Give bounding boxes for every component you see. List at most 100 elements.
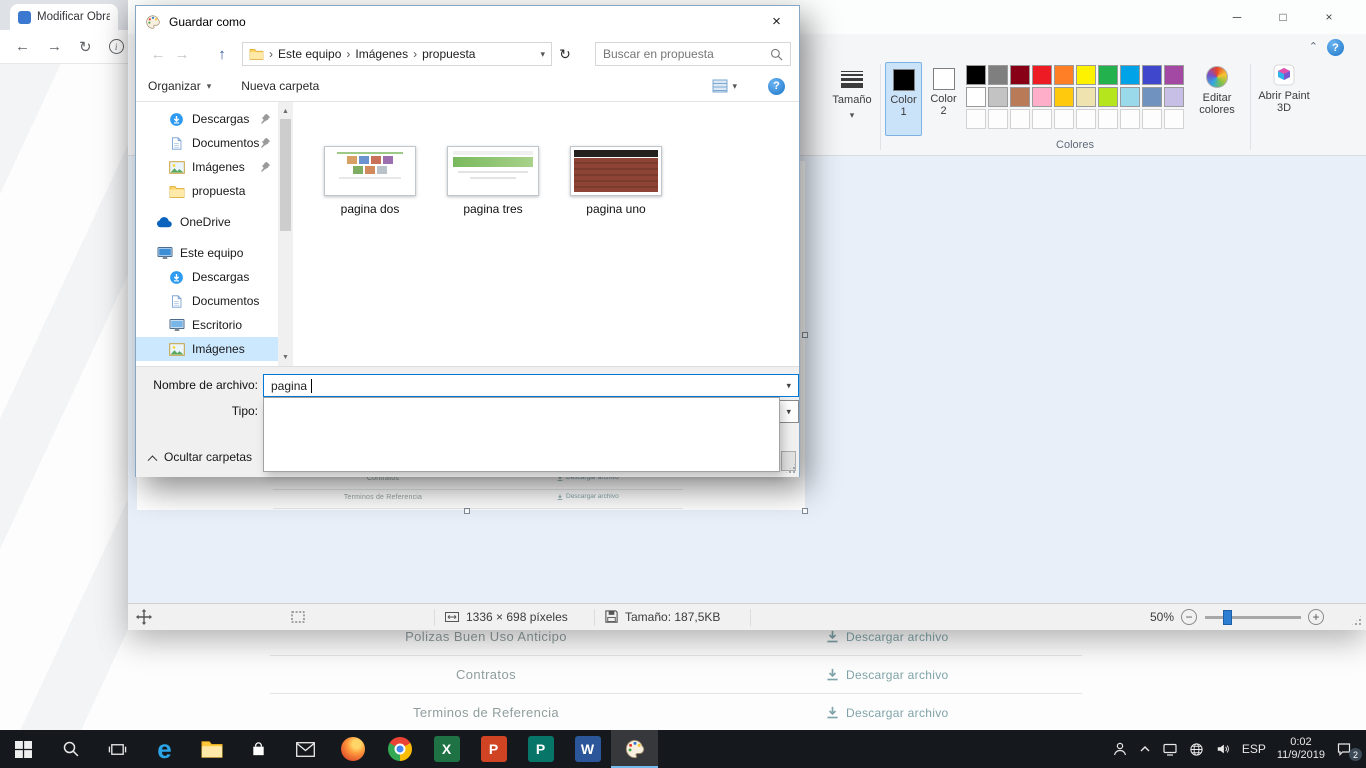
network-icon[interactable] [1162, 742, 1178, 756]
new-folder-button[interactable]: Nueva carpeta [241, 79, 319, 93]
palette-color-swatch[interactable] [1098, 87, 1118, 107]
sidebar-item-este-equipo[interactable]: Este equipo [136, 241, 278, 265]
language-indicator[interactable]: ESP [1242, 742, 1266, 756]
palette-color-swatch[interactable] [1032, 87, 1052, 107]
palette-empty-slot[interactable] [988, 109, 1008, 129]
scrollbar-thumb[interactable] [280, 119, 291, 231]
browser-refresh-button[interactable]: ↻ [79, 38, 92, 56]
palette-empty-slot[interactable] [966, 109, 986, 129]
sidebar-item-propuesta[interactable]: propuesta [136, 179, 278, 203]
show-hidden-icons-chevron[interactable] [1139, 743, 1151, 755]
palette-empty-slot[interactable] [1098, 109, 1118, 129]
filename-input[interactable]: pagina ▾ [263, 374, 799, 397]
palette-color-swatch[interactable] [1076, 87, 1096, 107]
palette-empty-slot[interactable] [1120, 109, 1140, 129]
palette-color-swatch[interactable] [1120, 65, 1140, 85]
palette-color-swatch[interactable] [1032, 65, 1052, 85]
collapse-ribbon-icon[interactable]: ⌃ [1309, 40, 1318, 53]
canvas-resize-handle-bottom[interactable] [464, 508, 470, 514]
taskbar-edge-icon[interactable]: e [141, 730, 188, 768]
size-button[interactable]: Tamaño ▾ [828, 62, 876, 136]
sidebar-item-imagenes[interactable]: Imágenes [136, 337, 278, 361]
file-pagina-dos[interactable]: pagina dos [317, 146, 423, 216]
sidebar-item-escritorio[interactable]: Escritorio [136, 313, 278, 337]
taskbar-mail-icon[interactable] [282, 730, 329, 768]
breadcrumb-dropdown-icon[interactable]: ▾ [540, 49, 545, 60]
taskbar-excel-icon[interactable]: X [423, 730, 470, 768]
palette-empty-slot[interactable] [1142, 109, 1162, 129]
download-link[interactable]: Descargar archivo [826, 668, 948, 682]
organize-button[interactable]: Organizar ▾ [148, 79, 211, 93]
breadcrumb-imagenes[interactable]: Imágenes [355, 47, 408, 61]
scroll-down-arrow[interactable]: ▼ [278, 350, 293, 364]
sidebar-item-descargas[interactable]: Descargas [136, 265, 278, 289]
taskbar-word-icon[interactable]: W [564, 730, 611, 768]
palette-color-swatch[interactable] [1120, 87, 1140, 107]
action-center-icon[interactable]: 2 [1336, 741, 1360, 757]
taskbar-search-button[interactable] [47, 730, 94, 768]
palette-color-swatch[interactable] [1054, 87, 1074, 107]
breadcrumb-propuesta[interactable]: propuesta [422, 47, 475, 61]
back-button[interactable]: ← [146, 46, 170, 63]
sidebar-item-documentos[interactable]: Documentos [136, 131, 278, 155]
browser-back-button[interactable]: ← [15, 38, 30, 55]
palette-empty-slot[interactable] [1032, 109, 1052, 129]
taskbar-paint-icon[interactable] [611, 730, 658, 768]
download-link[interactable]: Descargar archivo [826, 706, 948, 720]
sidebar-item-imagenes[interactable]: Imágenes [136, 155, 278, 179]
refresh-button[interactable]: ↻ [552, 46, 578, 63]
scroll-up-arrow[interactable]: ▲ [278, 104, 293, 118]
palette-color-swatch[interactable] [1010, 65, 1030, 85]
palette-color-swatch[interactable] [1142, 87, 1162, 107]
palette-color-swatch[interactable] [1142, 65, 1162, 85]
start-button[interactable] [0, 730, 47, 768]
palette-color-swatch[interactable] [1164, 87, 1184, 107]
volume-icon[interactable] [1215, 742, 1231, 756]
palette-color-swatch[interactable] [1010, 87, 1030, 107]
color2-button[interactable]: Color 2 [925, 62, 962, 136]
clock[interactable]: 0:02 11/9/2019 [1277, 736, 1325, 762]
sidebar-item-onedrive[interactable]: OneDrive [136, 210, 278, 234]
zoom-out-button[interactable]: − [1181, 609, 1197, 625]
palette-color-swatch[interactable] [988, 87, 1008, 107]
taskbar-store-icon[interactable] [235, 730, 282, 768]
edit-colors-button[interactable]: Editar colores [1190, 62, 1244, 142]
palette-color-swatch[interactable] [988, 65, 1008, 85]
sidebar-scrollbar[interactable]: ▲ ▼ [278, 102, 293, 366]
hide-folders-button[interactable]: Ocultar carpetas [149, 450, 252, 464]
zoom-in-button[interactable]: + [1308, 609, 1324, 625]
search-box[interactable]: Buscar en propuesta [595, 42, 791, 66]
paint-help-button[interactable]: ? [1327, 39, 1344, 56]
breadcrumb-este-equipo[interactable]: Este equipo [278, 47, 341, 61]
people-icon[interactable] [1112, 741, 1128, 757]
task-view-button[interactable] [94, 730, 141, 768]
close-button[interactable]: × [1306, 2, 1352, 32]
open-paint3d-button[interactable]: Abrir Paint 3D [1256, 60, 1312, 142]
palette-color-swatch[interactable] [1076, 65, 1096, 85]
palette-empty-slot[interactable] [1164, 109, 1184, 129]
download-link[interactable]: Descargar archivo [826, 630, 948, 644]
view-mode-button[interactable]: ▾ [712, 79, 737, 93]
palette-color-swatch[interactable] [1054, 65, 1074, 85]
canvas-resize-handle-corner[interactable] [802, 508, 808, 514]
palette-color-swatch[interactable] [966, 65, 986, 85]
filetype-dropdown-icon[interactable]: ▾ [786, 406, 791, 417]
palette-empty-slot[interactable] [1010, 109, 1030, 129]
page-info-icon[interactable]: i [109, 39, 124, 54]
help-button[interactable]: ? [768, 78, 785, 95]
globe-icon[interactable] [1189, 742, 1204, 757]
minimize-button[interactable]: ─ [1214, 2, 1260, 32]
dialog-close-button[interactable]: × [754, 6, 799, 36]
zoom-slider[interactable] [1205, 616, 1301, 619]
file-pagina-uno[interactable]: pagina uno [563, 146, 669, 216]
palette-color-swatch[interactable] [966, 87, 986, 107]
palette-color-swatch[interactable] [1098, 65, 1118, 85]
filetype-dropdown-list[interactable] [263, 397, 780, 472]
taskbar-chrome-icon[interactable] [376, 730, 423, 768]
taskbar-powerpoint-icon[interactable]: P [470, 730, 517, 768]
canvas-resize-handle-right[interactable] [802, 332, 808, 338]
taskbar-file-explorer-icon[interactable] [188, 730, 235, 768]
up-button[interactable]: ↑ [210, 46, 234, 63]
palette-empty-slot[interactable] [1076, 109, 1096, 129]
zoom-slider-thumb[interactable] [1223, 610, 1232, 625]
